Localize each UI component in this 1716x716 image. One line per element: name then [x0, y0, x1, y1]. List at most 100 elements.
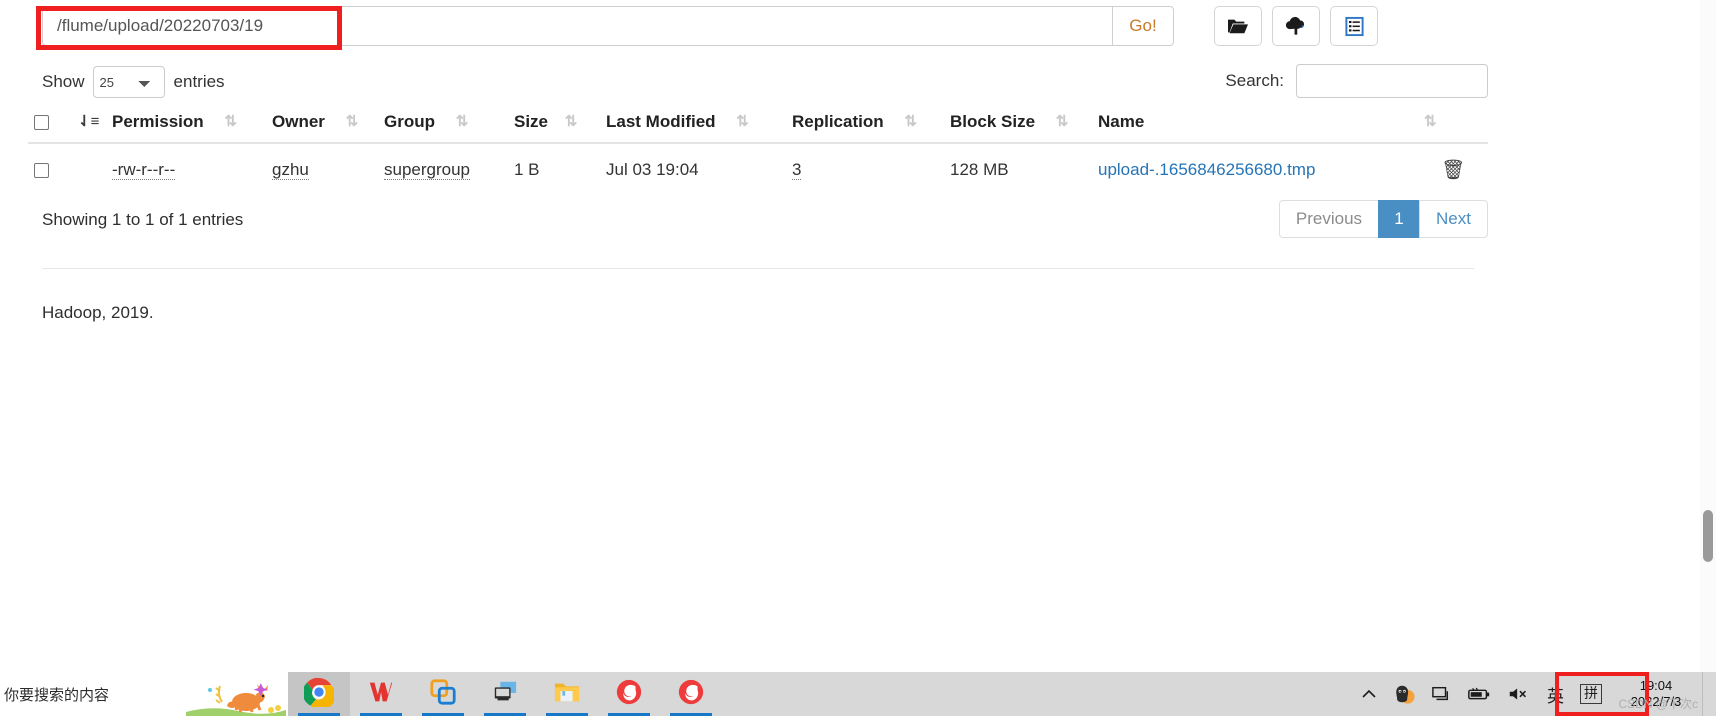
pagination: Previous 1 Next — [1278, 200, 1488, 238]
header-permission-label: Permission — [112, 112, 204, 131]
header-block-size-label: Block Size — [950, 112, 1036, 131]
taskbar-app-buttons — [288, 672, 722, 716]
upload-files-button[interactable] — [1272, 6, 1320, 46]
file-actions-button-group — [1214, 6, 1378, 46]
browser-content: Go! — [0, 0, 1716, 672]
folder-open-icon — [1227, 16, 1249, 36]
header-size-label: Size — [514, 112, 549, 131]
screenshot-root: Go! — [0, 0, 1716, 716]
header-size[interactable]: Size ⇅ — [508, 108, 600, 144]
row-select-cell[interactable] — [28, 143, 72, 194]
header-last-modified-label: Last Modified — [606, 112, 716, 131]
sort-amount-icon[interactable]: ⇃≡ — [78, 114, 99, 129]
list-clipboard-icon — [1344, 16, 1365, 37]
header-permission[interactable]: Permission ⇅ — [106, 108, 266, 144]
pagination-page-1[interactable]: 1 — [1378, 200, 1421, 238]
row-sort-spacer — [72, 143, 106, 194]
show-label: Show — [42, 72, 85, 91]
taskbar-chrome-button[interactable] — [288, 672, 350, 716]
sort-toggle-icon[interactable]: ⇅ — [224, 114, 242, 129]
header-actions[interactable]: ⇅ — [1418, 108, 1488, 144]
cell-actions: 🗑 — [1418, 143, 1488, 194]
sort-toggle-icon[interactable]: ⇅ — [1424, 114, 1442, 129]
cell-name: upload-.1656846256680.tmp — [1092, 143, 1418, 194]
datatable-controls: Show 25 entries Search: — [28, 58, 1488, 108]
cell-block-size: 128 MB — [950, 160, 1009, 179]
page-scrollbar-thumb[interactable] — [1703, 510, 1713, 562]
show-desktop-button[interactable] — [1702, 672, 1714, 716]
header-select-all[interactable] — [28, 108, 72, 144]
header-replication-label: Replication — [792, 112, 884, 131]
path-toolbar: Go! — [42, 6, 1422, 48]
sort-toggle-icon[interactable]: ⇅ — [346, 114, 364, 129]
show-hidden-icons-chevron-icon[interactable] — [1353, 672, 1385, 716]
header-replication[interactable]: Replication ⇅ — [786, 108, 944, 144]
file-name-link[interactable]: upload-.1656846256680.tmp — [1098, 160, 1315, 179]
clock-date: 2022/7/3 — [1630, 694, 1682, 709]
cell-size: 1 B — [514, 160, 540, 179]
taskbar-clock[interactable]: 19:04 2022/7/3 — [1610, 672, 1702, 716]
ime-pinyin-indicator[interactable]: 拼 — [1572, 672, 1610, 716]
header-owner[interactable]: Owner ⇅ — [266, 108, 378, 144]
cell-owner: gzhu — [266, 143, 378, 194]
search-decoration-illustration — [186, 672, 286, 716]
remote-desktop-icon — [491, 679, 519, 710]
cut-paste-button[interactable] — [1330, 6, 1378, 46]
header-sort-control[interactable]: ⇃≡ — [72, 108, 106, 144]
header-last-modified[interactable]: Last Modified ⇅ — [600, 108, 786, 144]
battery-tray-icon[interactable] — [1459, 672, 1499, 716]
windows-taskbar: 你要搜索的内容 英 拼 19:04 2022/7/3 — [0, 672, 1716, 716]
sort-toggle-icon[interactable]: ⇅ — [456, 114, 474, 129]
table-row: -rw-r--r-- gzhu supergroup 1 B Jul 03 19… — [28, 143, 1488, 194]
network-tray-icon[interactable] — [1423, 672, 1459, 716]
trash-icon[interactable]: 🗑 — [1441, 160, 1465, 181]
sort-toggle-icon[interactable]: ⇅ — [565, 114, 583, 129]
taskbar-wps-button[interactable] — [350, 672, 412, 716]
sort-toggle-icon[interactable]: ⇅ — [904, 114, 922, 129]
wps-office-icon — [367, 678, 395, 711]
qq-tray-icon[interactable] — [1385, 672, 1423, 716]
files-table: ⇃≡ Permission ⇅ Owner ⇅ Group ⇅ Size ⇅ L… — [28, 108, 1488, 194]
entries-per-page-select[interactable]: 25 — [92, 66, 165, 98]
ime-language-indicator[interactable]: 英 — [1539, 672, 1572, 716]
group-value[interactable]: supergroup — [384, 160, 471, 180]
hdfs-path-input[interactable] — [42, 6, 1112, 46]
taskbar-search-box[interactable]: 你要搜索的内容 — [0, 672, 288, 716]
footer-divider — [42, 268, 1474, 269]
datatable-footer: Showing 1 to 1 of 1 entries Previous 1 N… — [28, 196, 1488, 258]
file-explorer-icon — [553, 679, 581, 710]
cell-permission: -rw-r--r-- — [106, 143, 266, 194]
taskbar-xftp-button[interactable] — [660, 672, 722, 716]
entries-label: entries — [173, 72, 225, 91]
search-input[interactable] — [1296, 64, 1488, 98]
header-owner-label: Owner — [272, 112, 325, 131]
pagination-next[interactable]: Next — [1419, 200, 1488, 238]
replication-value[interactable]: 3 — [792, 160, 802, 180]
owner-value[interactable]: gzhu — [272, 160, 309, 180]
go-button[interactable]: Go! — [1112, 6, 1174, 46]
header-name[interactable]: Name — [1092, 108, 1418, 144]
files-datatable: Show 25 entries Search: ⇃≡ Permission ⇅ … — [28, 58, 1488, 269]
taskbar-file-explorer-button[interactable] — [536, 672, 598, 716]
xftp-icon — [677, 678, 705, 711]
sort-toggle-icon[interactable]: ⇅ — [1056, 114, 1074, 129]
table-header-row: ⇃≡ Permission ⇅ Owner ⇅ Group ⇅ Size ⇅ L… — [28, 108, 1488, 144]
clock-time: 19:04 — [1639, 677, 1673, 693]
sort-toggle-icon[interactable]: ⇅ — [736, 114, 754, 129]
row-checkbox[interactable] — [34, 163, 49, 179]
hadoop-footer-note: Hadoop, 2019. — [42, 303, 154, 322]
volume-muted-tray-icon[interactable] — [1499, 672, 1539, 716]
header-group[interactable]: Group ⇅ — [378, 108, 508, 144]
taskbar-vmware-button[interactable] — [412, 672, 474, 716]
header-name-label: Name — [1098, 112, 1145, 131]
taskbar-xshell-button[interactable] — [598, 672, 660, 716]
permission-value[interactable]: -rw-r--r-- — [112, 160, 176, 180]
page-scrollbar[interactable] — [1700, 0, 1716, 672]
select-all-checkbox[interactable] — [34, 115, 49, 131]
cloud-upload-icon — [1284, 16, 1308, 36]
taskbar-remote-desktop-button[interactable] — [474, 672, 536, 716]
header-block-size[interactable]: Block Size ⇅ — [944, 108, 1092, 144]
cell-group: supergroup — [378, 143, 508, 194]
create-directory-button[interactable] — [1214, 6, 1262, 46]
pagination-previous[interactable]: Previous — [1278, 200, 1380, 238]
